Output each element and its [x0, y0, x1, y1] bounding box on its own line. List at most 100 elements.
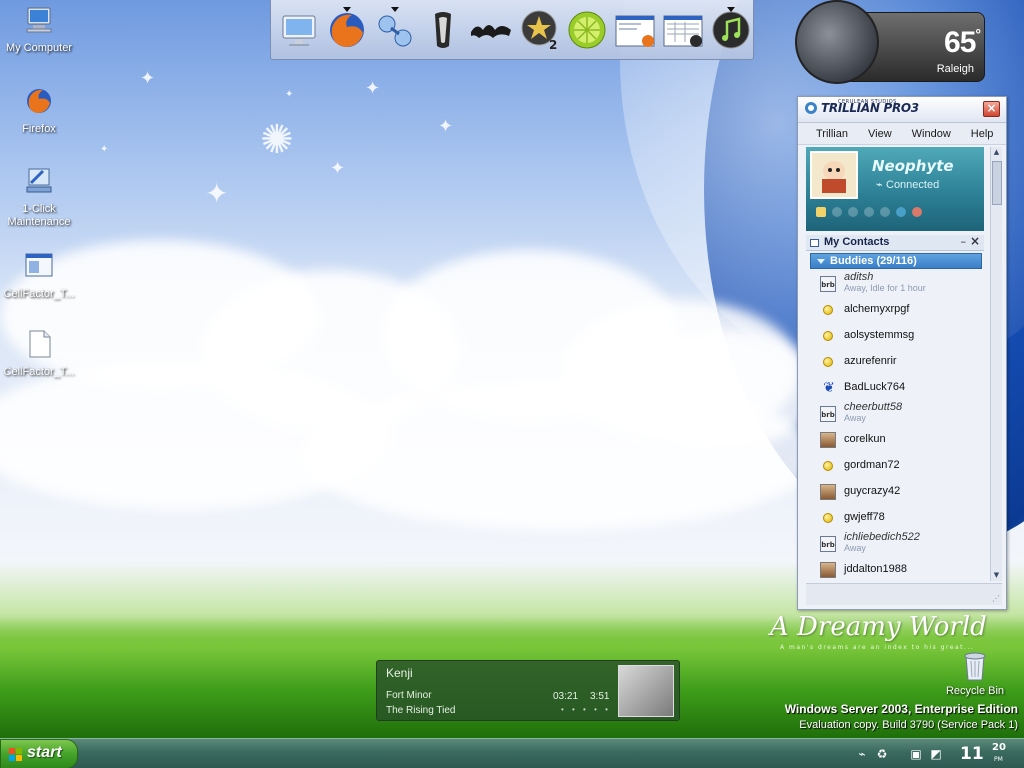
status-icon[interactable] [848, 207, 858, 217]
dock-item-spreadsheet-preview[interactable] [661, 8, 705, 52]
desktop-icon-cellfactor-2[interactable]: CellFactor_T... [1, 328, 77, 379]
star-decoration: ✦ [438, 116, 454, 137]
desktop-icon-firefox[interactable]: Firefox [1, 85, 77, 136]
butterfly-icon: ❦ [823, 380, 835, 396]
buddy-row[interactable]: brb aditsh Away, Idle for 1 hour [810, 271, 982, 297]
desktop-icon-label: CellFactor_T... [3, 288, 75, 300]
close-button[interactable]: × [983, 101, 1000, 117]
buddy-name: cheerbutt58 [844, 401, 903, 413]
contacts-window-icon [810, 239, 819, 247]
desktop-icon-label: My Computer [5, 42, 73, 54]
menu-item-window[interactable]: Window [902, 128, 961, 140]
running-indicator [343, 6, 351, 12]
now-playing-widget[interactable]: Kenji Fort Minor The Rising Tied 03:21 3… [376, 660, 680, 721]
profile-status[interactable]: ⌁ Connected [876, 178, 939, 191]
dock-item-monitor[interactable] [277, 8, 321, 52]
online-dot-icon [820, 354, 838, 370]
star-decoration: ✦ [140, 68, 156, 89]
trillian-titlebar[interactable]: TRILLIAN PRO3 CERULEAN STUDIOS × [798, 97, 1006, 123]
buddy-row[interactable]: gwjeff78 [810, 505, 982, 531]
recycle-tray-icon[interactable]: ♻ [874, 746, 890, 762]
track-artist: Fort Minor [386, 690, 432, 701]
dock-item-graffiti[interactable] [469, 8, 513, 52]
desktop-icon-label: Recycle Bin [945, 685, 1005, 697]
track-album: The Rising Tied [386, 705, 456, 716]
dock-item-lime[interactable] [565, 8, 609, 52]
resize-grip-icon[interactable]: ⋰ [992, 594, 1000, 603]
brb-away-icon: brb [820, 276, 838, 292]
buddy-row[interactable]: brb cheerbutt58 Away [810, 401, 982, 427]
menu-item-help[interactable]: Help [961, 128, 1004, 140]
status-icon[interactable] [912, 207, 922, 217]
buddy-name: jddalton1988 [844, 563, 908, 575]
weather-city: Raleigh [936, 63, 974, 75]
scroll-up-icon[interactable]: ▲ [991, 147, 1002, 158]
dock-item-oblivion[interactable] [421, 8, 465, 52]
buddy-row[interactable]: gordman72 [810, 453, 982, 479]
buddy-row[interactable]: aolsystemmsg [810, 323, 982, 349]
buddy-row[interactable]: jddalton1988 [810, 557, 982, 581]
running-indicator [727, 6, 735, 12]
contact-scrollbar[interactable]: ▲ ▼ [990, 147, 1002, 581]
music-note-icon [712, 11, 750, 48]
buddy-row[interactable]: guycrazy42 [810, 479, 982, 505]
group-header-buddies[interactable]: Buddies (29/116) [810, 253, 982, 269]
buddy-name: corelkun [844, 433, 886, 445]
buddy-row[interactable]: brb ichliebedich522 Away [810, 531, 982, 557]
buddy-status: Away [844, 543, 866, 553]
maintenance-icon [26, 168, 52, 193]
buddy-row[interactable]: azurefenrir [810, 349, 982, 375]
chevron-down-icon[interactable] [817, 258, 825, 264]
desktop-icon-1-click-maintenance[interactable]: 1-Click Maintenance [1, 165, 77, 229]
start-label: start [27, 744, 62, 761]
buddy-row[interactable]: alchemyxrpgf [810, 297, 982, 323]
star-decoration: ✦ [365, 78, 381, 99]
status-icon[interactable] [896, 207, 906, 217]
clock[interactable]: 11 20 PM [960, 742, 1016, 764]
buddy-row[interactable]: corelkun [810, 427, 982, 453]
profile-icon-row [816, 207, 922, 217]
trillian-tray-icon[interactable]: ⌁ [854, 746, 870, 762]
close-icon[interactable]: × [970, 234, 980, 248]
dock-item-music[interactable] [709, 6, 753, 52]
contacts-title: My Contacts [824, 236, 890, 248]
menu-item-trillian[interactable]: Trillian [806, 128, 858, 140]
minimize-icon[interactable]: – [961, 235, 967, 248]
dock-item-network[interactable] [373, 6, 417, 52]
desktop-icon-recycle-bin[interactable]: Recycle Bin [940, 650, 1010, 697]
network-icon [378, 15, 412, 46]
buddy-picture-icon [820, 484, 838, 500]
menu-item-view[interactable]: View [858, 128, 902, 140]
start-button[interactable]: start [0, 739, 78, 768]
buddy-name: alchemyxrpgf [844, 303, 910, 315]
network-tray-icon[interactable]: ▣ [908, 746, 924, 762]
monitor-tray-icon[interactable]: ◩ [928, 746, 944, 762]
mail-icon[interactable] [816, 207, 826, 217]
brb-away-icon: brb [820, 536, 838, 552]
status-icon[interactable] [880, 207, 890, 217]
star-decoration: ✦ [285, 89, 294, 100]
status-icon[interactable] [864, 207, 874, 217]
scroll-down-icon[interactable]: ▼ [991, 570, 1002, 581]
graffiti-logo-icon [471, 24, 511, 38]
brb-away-icon: brb [820, 406, 838, 422]
wallpaper-title: A Dreamy World [770, 612, 987, 642]
dock-item-star-2[interactable]: 2 [517, 8, 561, 52]
buddy-name: gordman72 [844, 459, 900, 471]
online-dot-icon [820, 458, 838, 474]
desktop-icon-my-computer[interactable]: My Computer [1, 4, 77, 55]
desktop-icon-label: Firefox [22, 123, 56, 135]
avatar[interactable] [810, 151, 858, 199]
dock-item-firefox[interactable] [325, 6, 369, 52]
album-art [618, 665, 674, 717]
buddy-row[interactable]: ❦ BadLuck764 [810, 375, 982, 401]
status-icon[interactable] [832, 207, 842, 217]
window-preview-icon [615, 15, 655, 47]
rating-dots[interactable]: • • • • • [561, 705, 611, 714]
desktop-icon-cellfactor-1[interactable]: CellFactor_T... [1, 250, 77, 301]
computer-icon [26, 7, 52, 33]
os-build-text: Evaluation copy. Build 3790 (Service Pac… [799, 719, 1018, 731]
scrollbar-thumb[interactable] [992, 161, 1002, 205]
weather-widget[interactable]: 65° Raleigh [795, 0, 990, 88]
dock-item-window-preview[interactable] [613, 8, 657, 52]
